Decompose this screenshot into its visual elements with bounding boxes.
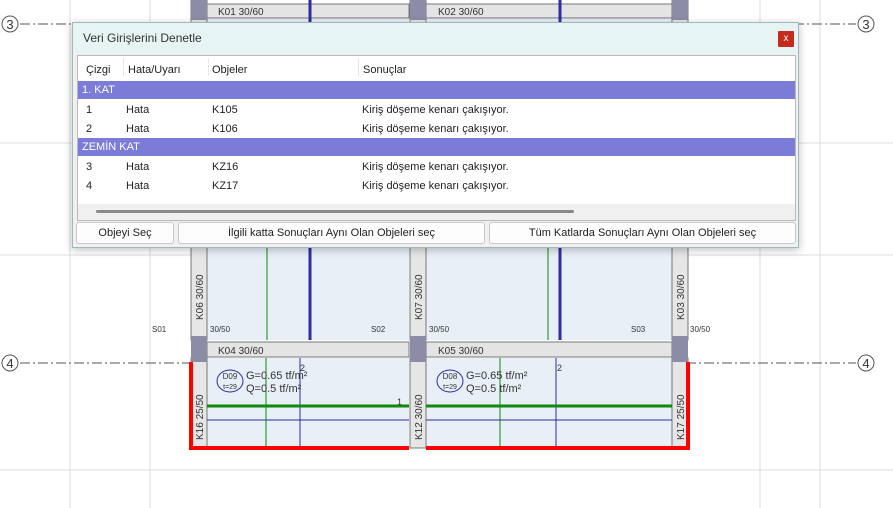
beam-label: K05 30/60 bbox=[438, 346, 484, 357]
slab-thickness: t=29 bbox=[443, 384, 457, 391]
slab-id: D08 bbox=[443, 372, 458, 381]
beam-label: K02 30/60 bbox=[438, 7, 484, 18]
table-row[interactable]: 2 Hata K106 Kiriş döşeme kenarı çakışıyo… bbox=[78, 119, 795, 138]
cell-object: KZ16 bbox=[212, 161, 239, 173]
column-label: K12 30/60 bbox=[414, 394, 425, 440]
axis-label: 3 bbox=[6, 17, 13, 32]
group-label: ZEMİN KAT bbox=[82, 141, 140, 153]
cell-type: Hata bbox=[126, 161, 150, 173]
results-list[interactable]: Çizgi Hata/Uyarı Objeler Sonuçlar 1. KAT… bbox=[77, 55, 796, 221]
group-row[interactable]: 1. KAT bbox=[78, 81, 795, 99]
cell-type: Hata bbox=[126, 180, 150, 192]
column-header-results[interactable]: Sonuçlar bbox=[363, 64, 406, 76]
mark-label: 1 bbox=[397, 397, 402, 407]
column-header-line[interactable]: Çizgi bbox=[86, 64, 110, 76]
column-label: K17 25/50 bbox=[676, 394, 687, 440]
dialog-title: Veri Girişlerini Denetle bbox=[83, 31, 202, 45]
cell-object: K105 bbox=[212, 104, 238, 116]
cell-line: 4 bbox=[86, 180, 93, 192]
scrollbar-thumb[interactable] bbox=[96, 210, 574, 213]
beam-label: K04 30/60 bbox=[218, 346, 264, 357]
column-label: K06 30/60 bbox=[195, 274, 206, 320]
slab-thickness: t=29 bbox=[223, 384, 237, 391]
group-row[interactable]: ZEMİN KAT bbox=[78, 138, 795, 156]
cell-result: Kiriş döşeme kenarı çakışıyor. bbox=[362, 161, 509, 173]
slab-id: D09 bbox=[223, 372, 238, 381]
column-size-label: 30/50 bbox=[210, 325, 231, 334]
cell-object: K106 bbox=[212, 123, 238, 135]
table-row[interactable]: 3 Hata KZ16 Kiriş döşeme kenarı çakışıyo… bbox=[78, 157, 795, 176]
slab-label: S01 bbox=[152, 325, 167, 334]
group-label: 1. KAT bbox=[82, 84, 115, 96]
dialog-titlebar[interactable]: Veri Girişlerini Denetle x bbox=[73, 23, 798, 53]
cell-result: Kiriş döşeme kenarı çakışıyor. bbox=[362, 180, 509, 192]
cell-result: Kiriş döşeme kenarı çakışıyor. bbox=[362, 104, 509, 116]
cell-type: Hata bbox=[126, 123, 150, 135]
column-header-type[interactable]: Hata/Uyarı bbox=[128, 64, 181, 76]
slab-label: S03 bbox=[631, 325, 646, 334]
mark-label: 2 bbox=[300, 363, 305, 373]
slab-load-q: Q=0.5 tf/m² bbox=[466, 383, 522, 395]
close-button[interactable]: x bbox=[778, 31, 794, 47]
cell-type: Hata bbox=[126, 104, 150, 116]
select-same-floor-button[interactable]: İlgili katta Sonuçları Aynı Olan Objeler… bbox=[178, 222, 485, 244]
slab-label: S02 bbox=[371, 325, 386, 334]
cell-result: Kiriş döşeme kenarı çakışıyor. bbox=[362, 123, 509, 135]
slab-load-q: Q=0.5 tf/m² bbox=[246, 383, 302, 395]
table-row[interactable]: 1 Hata K105 Kiriş döşeme kenarı çakışıyo… bbox=[78, 100, 795, 119]
select-all-floors-button[interactable]: Tüm Katlarda Sonuçları Aynı Olan Objeler… bbox=[489, 222, 796, 244]
list-header: Çizgi Hata/Uyarı Objeler Sonuçlar bbox=[78, 56, 795, 81]
axis-label: 4 bbox=[6, 356, 13, 371]
cell-line: 3 bbox=[86, 161, 93, 173]
axis-label: 3 bbox=[862, 17, 869, 32]
horizontal-scrollbar[interactable] bbox=[78, 204, 795, 220]
slab-load-g: G=0.65 tf/m² bbox=[246, 370, 308, 382]
cell-line: 2 bbox=[86, 123, 93, 135]
column-label: K16 25/50 bbox=[195, 394, 206, 440]
table-row[interactable]: 4 Hata KZ17 Kiriş döşeme kenarı çakışıyo… bbox=[78, 176, 795, 195]
cell-object: KZ17 bbox=[212, 180, 239, 192]
select-object-button[interactable]: Objeyi Seç bbox=[76, 222, 174, 244]
column-header-objects[interactable]: Objeler bbox=[212, 64, 247, 76]
column-label: K03 30/60 bbox=[676, 274, 687, 320]
column-size-label: 30/50 bbox=[690, 325, 711, 334]
beam-label: K01 30/60 bbox=[218, 7, 264, 18]
column-size-label: 30/50 bbox=[429, 325, 450, 334]
mark-label: 2 bbox=[557, 363, 562, 373]
check-input-dialog: Veri Girişlerini Denetle x Çizgi Hata/Uy… bbox=[72, 22, 799, 248]
column-label: K07 30/60 bbox=[414, 274, 425, 320]
axis-label: 4 bbox=[862, 356, 869, 371]
slab-load-g: G=0.65 tf/m² bbox=[466, 370, 528, 382]
cell-line: 1 bbox=[86, 104, 93, 116]
